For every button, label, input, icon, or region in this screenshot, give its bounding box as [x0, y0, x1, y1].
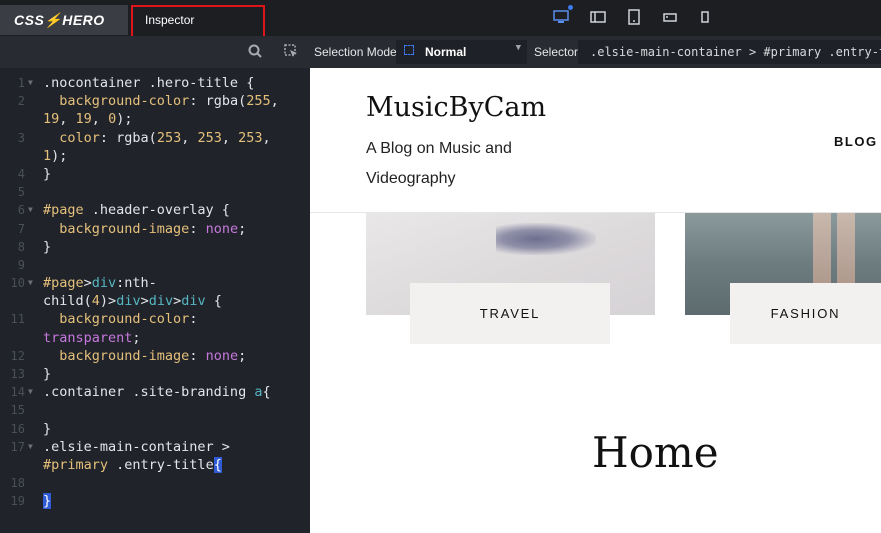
- code-line: 14 ▼ .container .site-branding a{: [0, 383, 310, 401]
- phone-icon[interactable]: [697, 9, 713, 25]
- code-line: 7 background-image: none;: [0, 220, 310, 238]
- fold-arrow-icon[interactable]: ▼: [28, 74, 33, 92]
- code-line: 9: [0, 256, 310, 274]
- site-tagline: A Blog on Music and Videography: [366, 140, 512, 187]
- inspect-icon[interactable]: [282, 43, 300, 61]
- line-number: 4: [17, 166, 25, 181]
- code-line: 11 background-color:: [0, 310, 310, 328]
- line-number: 10: [10, 276, 25, 291]
- line-number: 6: [17, 203, 25, 218]
- tablet-icon[interactable]: [626, 9, 642, 25]
- chevron-down-icon: ▼: [515, 43, 521, 53]
- code-line: 18: [0, 474, 310, 492]
- code-line: 17 ▼ .elsie-main-container >: [0, 438, 310, 456]
- code-line: 5: [0, 183, 310, 201]
- line-number: 11: [10, 312, 25, 327]
- code-line: #primary .entry-title{: [43, 456, 222, 473]
- travel-card-label[interactable]: TRAVEL: [410, 283, 610, 344]
- code-editor[interactable]: 1 ▼ .nocontainer .hero-title { 2 backgroun…: [0, 74, 310, 511]
- nav-blog-link[interactable]: BLOG: [834, 134, 878, 149]
- line-number: 13: [10, 367, 25, 381]
- desktop-icon[interactable]: [553, 5, 573, 25]
- line-number: 3: [17, 130, 25, 145]
- code-line: 4}: [0, 165, 310, 183]
- tablet-landscape-icon[interactable]: [662, 9, 678, 25]
- code-line: child(4)>div>div>div {: [43, 293, 222, 310]
- fashion-card-label[interactable]: FASHION: [730, 283, 881, 344]
- line-number: 5: [17, 185, 25, 200]
- editor-toolbar: [0, 36, 310, 68]
- code-line: 2 background-color: rgba(255,: [0, 92, 310, 110]
- search-icon[interactable]: [246, 43, 264, 61]
- code-line: 6 ▼ #page .header-overlay {: [0, 201, 310, 219]
- code-line: 3 color: rgba(253, 253, 253,: [0, 129, 310, 147]
- code-line: 8}: [0, 238, 310, 256]
- fold-arrow-icon[interactable]: ▼: [28, 201, 33, 219]
- line-number: 12: [10, 348, 25, 363]
- code-line: 12 background-image: none;: [0, 347, 310, 365]
- code-line: 16}: [0, 420, 310, 438]
- selection-icon: [404, 45, 414, 55]
- selection-mode-label: Selection Mode: [314, 45, 397, 59]
- active-indicator: [568, 5, 573, 10]
- lavender-image: [496, 223, 596, 255]
- line-number: 16: [10, 421, 25, 436]
- code-line: 10 ▼ #page>div:nth-: [0, 274, 310, 292]
- page-title: Home: [592, 428, 719, 477]
- line-number: 1: [17, 76, 25, 90]
- fold-arrow-icon[interactable]: ▼: [28, 438, 33, 456]
- code-line: 19}: [0, 492, 310, 510]
- site-preview[interactable]: MusicByCam A Blog on Music and Videograp…: [310, 68, 881, 533]
- csshero-logo[interactable]: CSS⚡HERO: [0, 5, 128, 35]
- fold-arrow-icon[interactable]: ▼: [28, 383, 33, 401]
- code-line: 15: [0, 401, 310, 419]
- selection-toolbar: Selection Mode Normal ▼ Selector .elsie-…: [310, 36, 881, 68]
- line-number: 18: [10, 476, 25, 491]
- code-line: 19, 19, 0);: [43, 111, 133, 128]
- top-bar: CSS⚡HERO Inspector: [0, 0, 881, 38]
- line-number: 15: [10, 403, 25, 418]
- css-editor-panel: 1 ▼ .nocontainer .hero-title { 2 backgroun…: [0, 36, 310, 533]
- line-number: 2: [17, 94, 25, 109]
- selector-input[interactable]: .elsie-main-container > #primary .entry-…: [578, 40, 881, 64]
- line-number: 8: [17, 239, 25, 254]
- line-number: 17: [10, 439, 25, 454]
- tab-inspector[interactable]: Inspector: [131, 5, 265, 38]
- laptop-icon[interactable]: [590, 9, 606, 25]
- code-line: 13}: [0, 365, 310, 383]
- line-number: 14: [10, 385, 25, 400]
- site-title[interactable]: MusicByCam: [366, 92, 546, 123]
- code-line: 1);: [43, 147, 68, 164]
- selector-label: Selector: [534, 45, 579, 59]
- selection-mode-dropdown[interactable]: Normal ▼: [396, 40, 527, 64]
- code-line: transparent;: [43, 329, 141, 346]
- line-number: 7: [17, 221, 25, 236]
- selection-mode-value: Normal: [425, 45, 467, 59]
- line-number: 19: [10, 494, 25, 509]
- line-number: 9: [17, 257, 25, 272]
- fold-arrow-icon[interactable]: ▼: [28, 274, 33, 292]
- code-line: 1 ▼ .nocontainer .hero-title {: [0, 74, 310, 92]
